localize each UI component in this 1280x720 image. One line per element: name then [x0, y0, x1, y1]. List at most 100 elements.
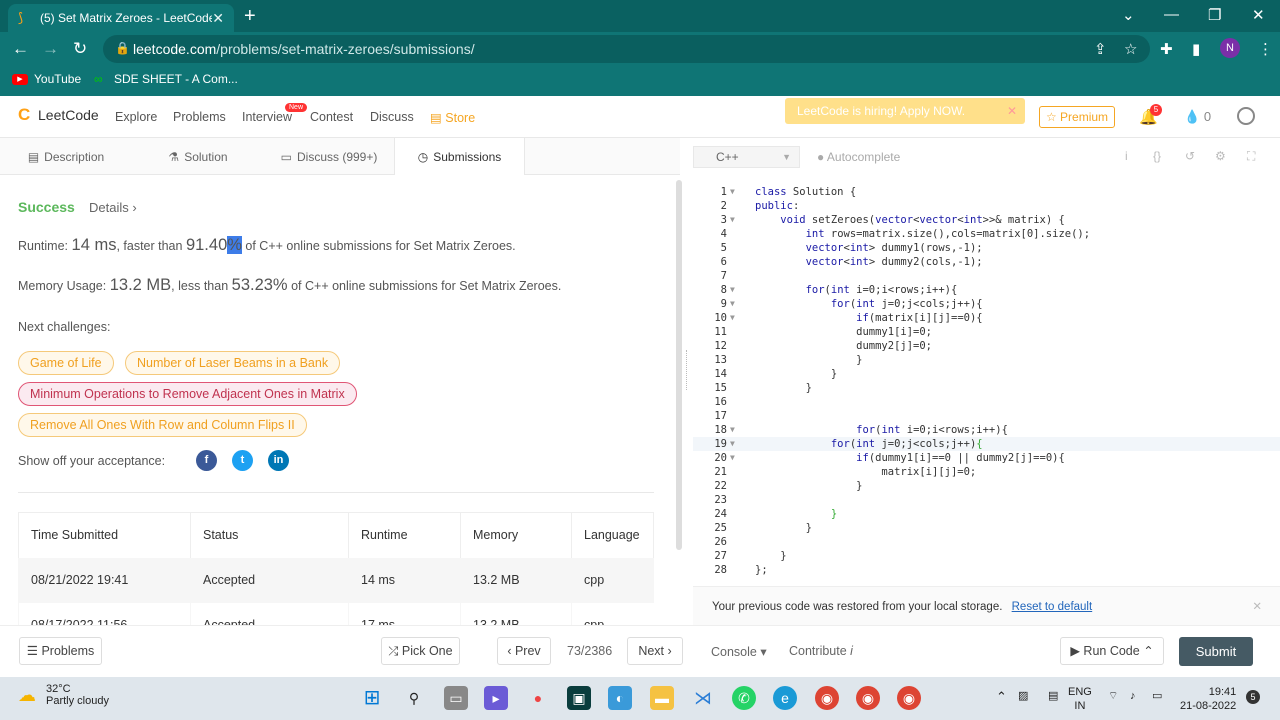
close-notice-icon[interactable]: ✕	[1252, 587, 1262, 627]
language-select[interactable]: C++ ▼	[693, 146, 800, 168]
bookmark-youtube[interactable]: ▶ YouTube	[12, 72, 81, 86]
problems-list-button[interactable]: ☰ Problems	[19, 637, 102, 665]
photos-icon[interactable]: ◐	[608, 686, 632, 710]
fullscreen-icon[interactable]: ⛶	[1247, 149, 1255, 164]
language-code: ENG	[1068, 686, 1092, 698]
tab-submissions[interactable]: ◷ Submissions	[394, 138, 525, 175]
volume-icon[interactable]: ♪	[1130, 689, 1136, 703]
info-icon: i	[850, 644, 853, 658]
chrome-alt-icon[interactable]: ◉	[897, 686, 921, 710]
table-row[interactable]: 08/21/2022 19:41 Accepted 14 ms 13.2 MB …	[18, 557, 654, 603]
details-label: Details	[89, 200, 129, 215]
bookmark-sde-sheet[interactable]: ∞ SDE SHEET - A Com...	[94, 72, 238, 86]
details-link[interactable]: Details ›	[89, 200, 137, 215]
cell-status[interactable]: Accepted	[190, 557, 349, 603]
window-close-icon[interactable]: ✕	[1252, 6, 1265, 24]
extensions-icon[interactable]: ✚	[1160, 40, 1173, 58]
submit-button[interactable]: Submit	[1179, 637, 1253, 666]
info-icon[interactable]: i	[1125, 149, 1128, 163]
wifi-icon[interactable]: ⌔	[1108, 689, 1118, 703]
flask-icon: ⚗	[168, 149, 180, 164]
nav-explore[interactable]: Explore	[115, 110, 157, 124]
tab-close-icon[interactable]: ✕	[212, 10, 224, 27]
braces-icon[interactable]: {}	[1153, 149, 1161, 163]
whatsapp-icon[interactable]: ✆	[732, 686, 756, 710]
left-scrollbar[interactable]	[676, 180, 682, 550]
next-button[interactable]: Next ›	[627, 637, 683, 665]
minimize-icon[interactable]: —	[1164, 6, 1179, 23]
battery-icon[interactable]: ▭	[1152, 689, 1162, 703]
challenge-chip[interactable]: Game of Life	[18, 351, 114, 375]
twitter-icon[interactable]: t	[232, 450, 253, 471]
tab-solution[interactable]: ⚗ Solution	[132, 138, 264, 175]
console-label: Console	[711, 645, 757, 659]
autocomplete-toggle[interactable]: ● Autocomplete	[817, 150, 900, 164]
forward-icon[interactable]: →	[42, 39, 59, 59]
challenge-chip[interactable]: Minimum Operations to Remove Adjacent On…	[18, 382, 357, 406]
nav-store[interactable]: ▤ Store	[430, 110, 475, 125]
url-input[interactable]: 🔒 leetcode.com/problems/set-matrix-zeroe…	[103, 35, 1150, 63]
maps-pin-icon[interactable]: ●	[526, 686, 550, 710]
console-toggle[interactable]: Console ▾	[711, 644, 767, 659]
streak-icon[interactable]: 💧 0	[1184, 109, 1211, 125]
store-label: Store	[445, 111, 476, 125]
tab-description[interactable]: ▤ Description	[0, 138, 132, 175]
file-explorer-icon[interactable]: ▬	[650, 686, 674, 710]
bookmark-star-icon[interactable]: ☆	[1124, 40, 1137, 58]
menu-kebab-icon[interactable]: ⋮	[1258, 40, 1273, 58]
side-panel-icon[interactable]: ▮	[1192, 40, 1200, 58]
tab-discuss[interactable]: ▭ Discuss (999+)	[264, 138, 394, 175]
new-tab-icon[interactable]: +	[244, 5, 256, 28]
notification-badge[interactable]: 5	[1246, 690, 1260, 704]
nav-contest[interactable]: Contest	[310, 110, 353, 124]
runtime-percentile: 91.40	[185, 236, 228, 254]
search-icon[interactable]: ⚲	[402, 686, 426, 710]
tray-misc-icon[interactable]: ▤	[1048, 689, 1058, 703]
column-header: Language	[571, 512, 654, 558]
nav-discuss[interactable]: Discuss	[370, 110, 414, 124]
nav-interview[interactable]: Interview	[242, 110, 292, 124]
teams-icon[interactable]: ▸	[484, 686, 508, 710]
task-view-icon[interactable]: ▭	[444, 686, 468, 710]
pick-one-button[interactable]: ⤮ Pick One	[381, 637, 460, 665]
clock[interactable]: 19:41 21-08-2022	[1180, 685, 1236, 713]
linkedin-icon[interactable]: in	[268, 450, 289, 471]
run-code-label: Run Code	[1083, 644, 1140, 658]
reset-to-default-link[interactable]: Reset to default	[1012, 601, 1093, 613]
run-code-button[interactable]: ▶ Run Code ⌃	[1060, 637, 1164, 665]
reload-icon[interactable]: ↻	[73, 39, 87, 59]
tab-search-chevron-icon[interactable]: ⌄	[1122, 6, 1135, 24]
pane-splitter-handle[interactable]	[686, 350, 688, 390]
tray-app-icon[interactable]: ▨	[1018, 689, 1028, 703]
maximize-icon[interactable]: ❐	[1208, 6, 1221, 24]
facebook-icon[interactable]: f	[196, 450, 217, 471]
share-icon[interactable]: ⇪	[1094, 40, 1107, 58]
chrome-icon[interactable]: ◉	[815, 686, 839, 710]
edge-icon[interactable]: e	[773, 686, 797, 710]
windows-start-icon[interactable]: ⊞	[360, 686, 384, 710]
reset-icon[interactable]: ↺	[1185, 149, 1195, 163]
back-icon[interactable]: ←	[12, 39, 29, 59]
browser-tab[interactable]: ⟆ (5) Set Matrix Zeroes - LeetCode ✕	[8, 4, 234, 32]
close-banner-icon[interactable]: ✕	[1007, 104, 1017, 118]
chrome-profile-icon[interactable]: ◉	[856, 686, 880, 710]
prev-button[interactable]: ‹ Prev	[497, 637, 551, 665]
browser-tab-bar: ⟆ (5) Set Matrix Zeroes - LeetCode ✕ + ⌄…	[0, 0, 1280, 32]
challenge-chip[interactable]: Remove All Ones With Row and Column Flip…	[18, 413, 307, 437]
nav-problems[interactable]: Problems	[173, 110, 226, 124]
tray-chevron-icon[interactable]: ⌃	[996, 690, 1007, 704]
settings-gear-icon[interactable]: ⚙	[1215, 149, 1226, 163]
vscode-icon[interactable]: ⋊	[691, 686, 715, 710]
hiring-banner[interactable]: LeetCode is hiring! Apply NOW. ✕	[785, 98, 1025, 124]
leetcode-logo[interactable]: C LeetCode	[18, 106, 99, 124]
challenge-chip[interactable]: Number of Laser Beams in a Bank	[125, 351, 341, 375]
user-avatar-icon[interactable]	[1237, 107, 1255, 125]
code-editor[interactable]: 1 ▼ class Solution { 2 public: 3 ▼ void setZ…	[693, 180, 1280, 586]
notification-count: 5	[1150, 104, 1162, 116]
weather-widget[interactable]: ☁ 32°C Partly cloudy	[18, 683, 109, 707]
terminal-icon[interactable]: ▣	[567, 686, 591, 710]
language-indicator[interactable]: ENG IN	[1068, 685, 1092, 713]
premium-button[interactable]: ☆ Premium	[1039, 106, 1115, 128]
contribute-link[interactable]: Contribute i	[789, 644, 853, 658]
profile-avatar[interactable]: N	[1220, 38, 1240, 58]
